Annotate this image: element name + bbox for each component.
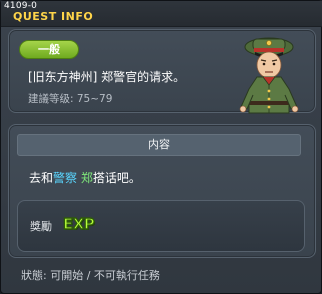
quest-status: 狀態: 可開始 / 不可執行任務: [21, 269, 160, 282]
window-title: QUEST INFO: [13, 10, 94, 23]
quest-name: [旧东方神州] 郑警官的请求。: [28, 70, 186, 84]
exp-icon: EXP: [62, 214, 95, 233]
desc-suffix: 搭话吧。: [92, 171, 141, 185]
content-header: 内容: [17, 134, 301, 156]
officer-npc-portrait: [239, 37, 299, 114]
quest-description: 去和警察 郑搭话吧。: [29, 169, 141, 186]
npc-name-link[interactable]: 郑: [81, 171, 93, 185]
desc-prefix: 去和: [29, 171, 54, 185]
reward-label: 獎勵: [30, 220, 52, 233]
quest-type-badge: 一般: [19, 40, 79, 59]
reward-box: [17, 200, 305, 252]
quest-info-window: 4109-0 QUEST INFO 一般 [旧东方神州] 郑警官的请求。 建議等…: [0, 0, 322, 294]
recommended-level: 建議等级: 75~79: [28, 93, 113, 105]
npc-title-link[interactable]: 警察: [53, 171, 77, 185]
